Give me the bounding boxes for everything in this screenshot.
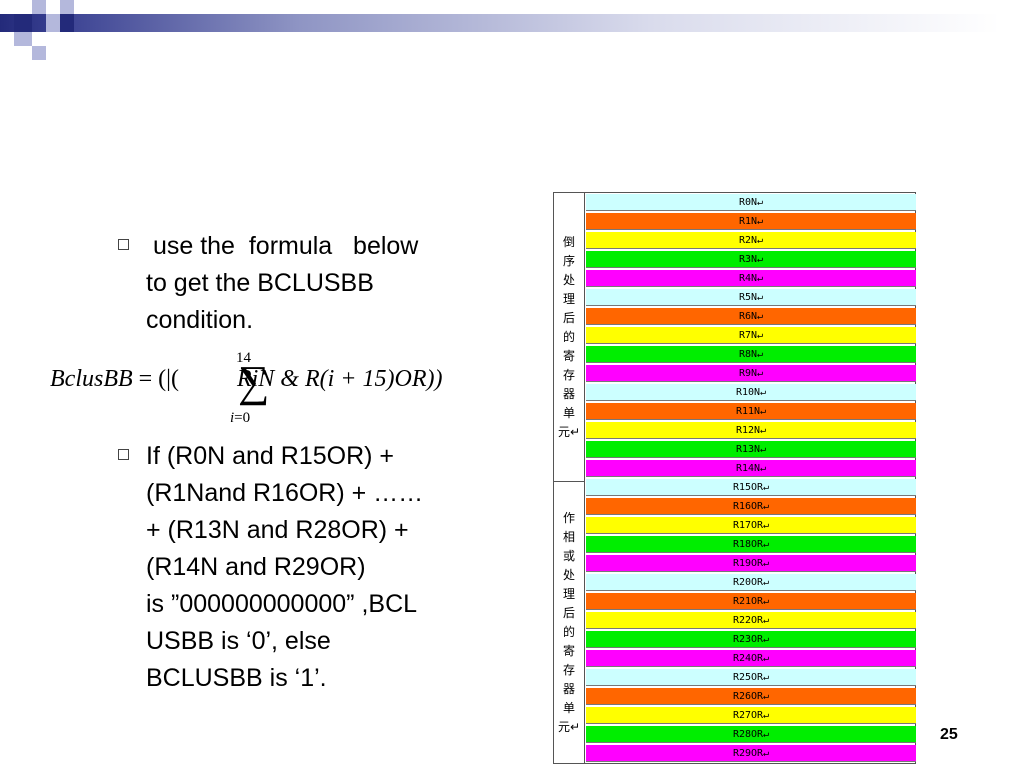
text-line: If (R0N and R15OR) + [146,442,395,470]
register-cell: R22OR↵ [586,612,916,629]
register-cell: R26OR↵ [586,688,916,705]
register-cell: R11N↵ [586,403,916,420]
text-line: is ”000000000000” ,BCL [146,590,418,618]
register-cell: R29OR↵ [586,745,916,762]
register-cell: R6N↵ [586,308,916,325]
group-label-char: 后 [562,310,575,325]
sum-lower-limit: i=0 [230,410,250,427]
group-label-char: 作 [562,510,575,525]
register-cell: R0N↵ [586,194,916,211]
group-label-char: 寄 [562,348,575,363]
sum-upper-limit: 14 [236,350,251,366]
text-line: to get the BCLUSBB [146,269,374,297]
decor-square-lavender [14,32,32,46]
decor-square-white [46,0,60,14]
text-line: condition. [146,306,254,334]
decor-square-lavender [32,46,46,60]
register-cell: R9N↵ [586,365,916,382]
group-label-reversed: 倒序处理后的寄存器单元↵ [554,193,585,481]
register-cell: R7N↵ [586,327,916,344]
group-label-char: 器 [562,681,575,696]
bullet-box-icon [118,449,129,460]
register-cell: R16OR↵ [586,498,916,515]
group-label-char: 的 [562,329,575,344]
lower-rest: =0 [234,410,251,426]
register-cell: R4N↵ [586,270,916,287]
register-cell: R13N↵ [586,441,916,458]
register-table: 倒序处理后的寄存器单元↵ 作相或处理后的寄存器单元↵ R0N↵ R1N↵ R2N↵ R… [553,192,916,764]
register-cell: R15OR↵ [586,479,916,496]
group-label-char: 序 [562,253,575,268]
bullet-text: If (R0N and R15OR) + (R1Nand R16OR) + ……… [146,438,526,697]
text-line: use the formula below [146,232,419,260]
header-gradient-bar [0,14,1024,32]
group-label-char: 寄 [562,643,575,658]
group-label-char: 元↵ [557,719,581,734]
decor-square-lavender [32,0,46,14]
formula-eq: = (|( [138,366,179,392]
bullet-text: use the formula below to get the BCLUSBB… [146,228,526,339]
text-line: (R1Nand R16OR) + …… [146,479,424,507]
register-cell: R18OR↵ [586,536,916,553]
decor-square-lavender [60,0,74,14]
decor-square-lavender [46,14,60,32]
group-label-char: 的 [562,624,575,639]
group-label-char: 元↵ [557,424,581,439]
group-label-char: 倒 [562,234,575,249]
register-cell: R8N↵ [586,346,916,363]
group-label-char: 后 [562,605,575,620]
register-cell: R27OR↵ [586,707,916,724]
group-label-char: 理 [562,586,575,601]
register-cell: R20OR↵ [586,574,916,591]
group-label-char: 单 [562,700,575,715]
register-cell: R14N↵ [586,460,916,477]
register-cell: R25OR↵ [586,669,916,686]
text-line: BCLUSBB is ‘1’. [146,664,327,692]
text-line: USBB is ‘0’, else [146,627,331,655]
formula-lhs: BclusBB [50,366,133,392]
decor-square-navy [60,14,74,32]
group-label-char: 存 [562,367,575,382]
group-label-char: 处 [562,567,575,582]
text-line: (R14N and R29OR) [146,553,366,581]
group-label-char: 存 [562,662,575,677]
group-label-char: 相 [562,529,575,544]
register-cell: R3N↵ [586,251,916,268]
group-label-or-processed: 作相或处理后的寄存器单元↵ [554,481,585,763]
register-cell: R5N↵ [586,289,916,306]
register-cell: R24OR↵ [586,650,916,667]
register-cell: R10N↵ [586,384,916,401]
group-label-char: 理 [562,291,575,306]
register-cell: R12N↵ [586,422,916,439]
text-line: + (R13N and R28OR) + [146,516,409,544]
bullet-box-icon [118,239,129,250]
group-label-char: 器 [562,386,575,401]
register-cell: R28OR↵ [586,726,916,743]
group-label-char: 或 [562,548,575,563]
register-cell: R23OR↵ [586,631,916,648]
register-cell: R2N↵ [586,232,916,249]
register-cell: R21OR↵ [586,593,916,610]
page-number: 25 [940,726,958,743]
group-label-char: 处 [562,272,575,287]
register-cell: R19OR↵ [586,555,916,572]
decor-square-navy [14,14,32,32]
register-cell: R17OR↵ [586,517,916,534]
register-cell: R1N↵ [586,213,916,230]
group-label-char: 单 [562,405,575,420]
